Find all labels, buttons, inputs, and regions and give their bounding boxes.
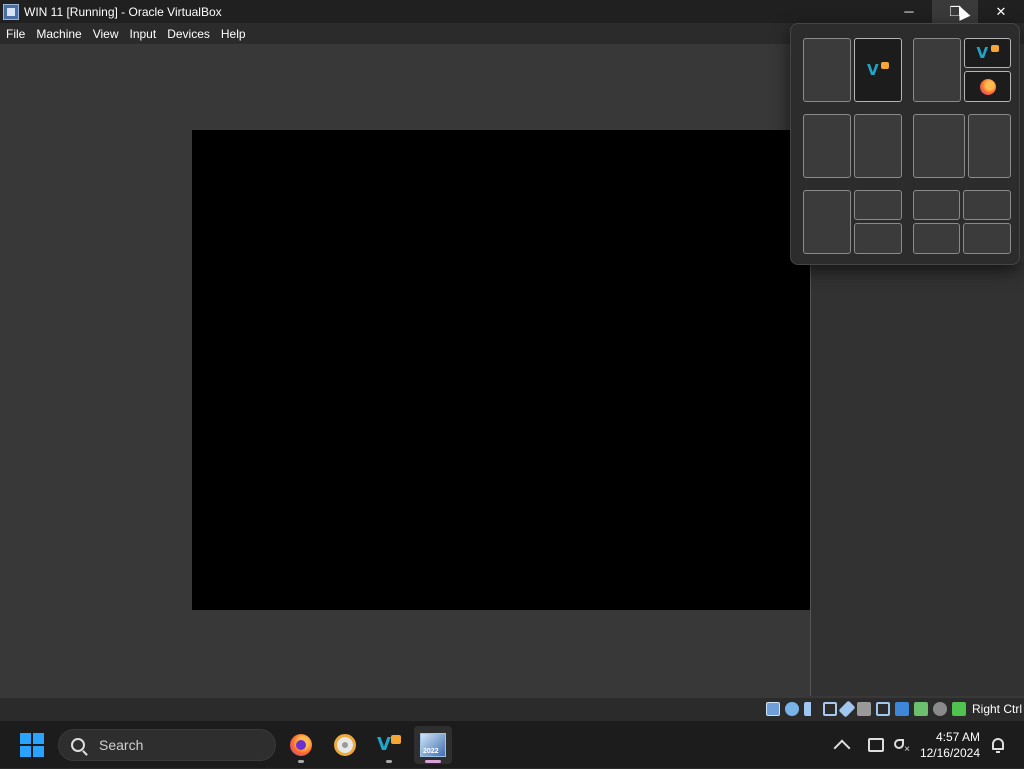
hard-disk-icon[interactable]	[765, 702, 780, 716]
taskbar-virtualbox[interactable]	[414, 726, 452, 764]
clock-date: 12/16/2024	[919, 746, 980, 760]
virtualbox-icon	[420, 733, 446, 757]
monitor-icon[interactable]	[867, 738, 884, 752]
video-capture-icon[interactable]	[894, 702, 909, 716]
menu-help[interactable]: Help	[216, 27, 251, 41]
title-bar: WIN 11 [Running] - Oracle VirtualBox ─ ❐…	[0, 0, 1024, 23]
snap-zone-layout6-bottom-right[interactable]	[963, 223, 1011, 254]
windows-logo-icon	[20, 733, 31, 744]
clock[interactable]: 4:57 AM 12/16/2024	[920, 729, 980, 761]
taskbar-firefox[interactable]	[282, 726, 320, 764]
vs-app-icon: V	[867, 61, 889, 79]
menu-devices[interactable]: Devices	[162, 27, 215, 41]
virtualbox-app-icon	[3, 3, 19, 20]
snap-zone-layout2-right-top[interactable]: V	[964, 38, 1011, 68]
menu-machine[interactable]: Machine	[31, 27, 86, 41]
cpu-icon[interactable]	[932, 702, 947, 716]
snap-zone-layout5-left[interactable]	[803, 190, 851, 254]
system-tray: 4:57 AM 12/16/2024	[833, 721, 1024, 769]
snap-zone-layout4-right[interactable]	[968, 114, 1011, 178]
audio-icon[interactable]	[803, 702, 818, 716]
clock-time: 4:57 AM	[935, 730, 980, 744]
network-icon[interactable]	[822, 702, 837, 716]
display-icon[interactable]	[875, 702, 890, 716]
optical-drive-icon[interactable]	[784, 702, 799, 716]
network-disconnected-icon[interactable]	[893, 737, 910, 755]
menu-input[interactable]: Input	[125, 27, 162, 41]
snap-zone-layout2-left[interactable]	[913, 38, 961, 102]
host-key-label: Right Ctrl	[971, 702, 1022, 716]
snap-zone-layout6-top-left[interactable]	[913, 190, 960, 220]
snap-zone-layout6-top-right[interactable]	[963, 190, 1011, 220]
close-button[interactable]: ✕	[978, 0, 1024, 23]
snap-zone-layout6-bottom-left[interactable]	[913, 223, 960, 254]
search-icon	[71, 738, 85, 752]
vm-side-panel	[810, 262, 1024, 696]
snap-zone-layout3-right[interactable]	[854, 114, 902, 178]
snap-layouts-flyout: V V	[790, 23, 1020, 265]
start-button[interactable]	[20, 733, 44, 757]
snap-zone-layout5-right-bottom[interactable]	[854, 223, 902, 254]
vs-app-icon: V	[977, 44, 999, 62]
menu-file[interactable]: File	[1, 27, 30, 41]
chevron-up-icon[interactable]	[833, 739, 851, 757]
vm-status-bar: Right Ctrl	[0, 698, 1024, 720]
snap-zone-layout3-left[interactable]	[803, 114, 851, 178]
usb-icon[interactable]	[838, 700, 856, 718]
notification-bell-icon[interactable]	[992, 738, 1004, 753]
firefox-icon	[290, 734, 312, 756]
snap-zone-layout2-right-bottom[interactable]	[964, 71, 1011, 102]
vs-app-icon: V	[377, 734, 401, 756]
shared-folders-icon[interactable]	[856, 702, 871, 716]
snap-zone-layout4-left[interactable]	[913, 114, 965, 178]
taskbar: Search V 4:57 AM 12/16/2024	[0, 720, 1024, 768]
window-title: WIN 11 [Running] - Oracle VirtualBox	[24, 4, 222, 19]
taskbar-search[interactable]: Search	[58, 729, 276, 761]
snap-zone-layout1-left[interactable]	[803, 38, 851, 102]
taskbar-disc-app[interactable]	[326, 726, 364, 764]
firefox-icon	[979, 78, 996, 95]
taskbar-vs-app[interactable]: V	[370, 726, 408, 764]
disc-app-icon	[334, 734, 356, 756]
search-placeholder: Search	[99, 737, 144, 753]
menu-view[interactable]: View	[88, 27, 124, 41]
active-indicator	[425, 760, 441, 763]
snap-zone-layout5-right-top[interactable]	[854, 190, 902, 220]
running-indicator	[386, 760, 392, 763]
guest-screen[interactable]	[192, 130, 810, 610]
minimize-button[interactable]: ─	[886, 0, 932, 23]
running-indicator	[298, 760, 304, 763]
mouse-integration-icon[interactable]	[913, 702, 928, 716]
keyboard-icon[interactable]	[951, 702, 966, 716]
snap-zone-layout1-right[interactable]: V	[854, 38, 902, 102]
